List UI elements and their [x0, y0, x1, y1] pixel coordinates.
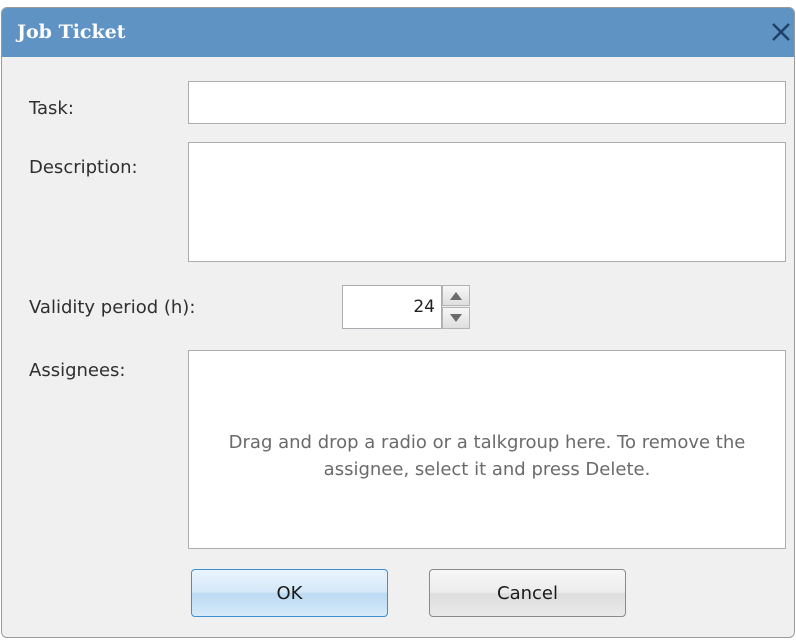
title-bar: Job Ticket	[2, 8, 794, 57]
close-icon[interactable]	[767, 18, 794, 46]
validity-period-label: Validity period (h):	[29, 297, 196, 318]
description-label: Description:	[29, 157, 138, 178]
job-ticket-dialog: Job Ticket Task: Description: Validity p…	[1, 7, 795, 638]
validity-period-input[interactable]	[342, 285, 442, 329]
spin-down-button[interactable]	[442, 307, 470, 329]
ok-button[interactable]: OK	[191, 569, 388, 617]
triangle-down-icon	[450, 314, 462, 322]
assignees-drop-area[interactable]: Drag and drop a radio or a talkgroup her…	[188, 350, 786, 549]
assignees-label: Assignees:	[29, 360, 126, 381]
task-label: Task:	[29, 98, 74, 119]
spin-up-button[interactable]	[442, 285, 470, 306]
validity-period-stepper	[342, 285, 471, 329]
cancel-button[interactable]: Cancel	[429, 569, 626, 617]
task-input[interactable]	[188, 81, 786, 124]
assignees-hint: Drag and drop a radio or a talkgroup her…	[228, 432, 746, 480]
dialog-title: Job Ticket	[17, 21, 126, 43]
description-field[interactable]	[188, 142, 786, 262]
triangle-up-icon	[450, 292, 462, 300]
